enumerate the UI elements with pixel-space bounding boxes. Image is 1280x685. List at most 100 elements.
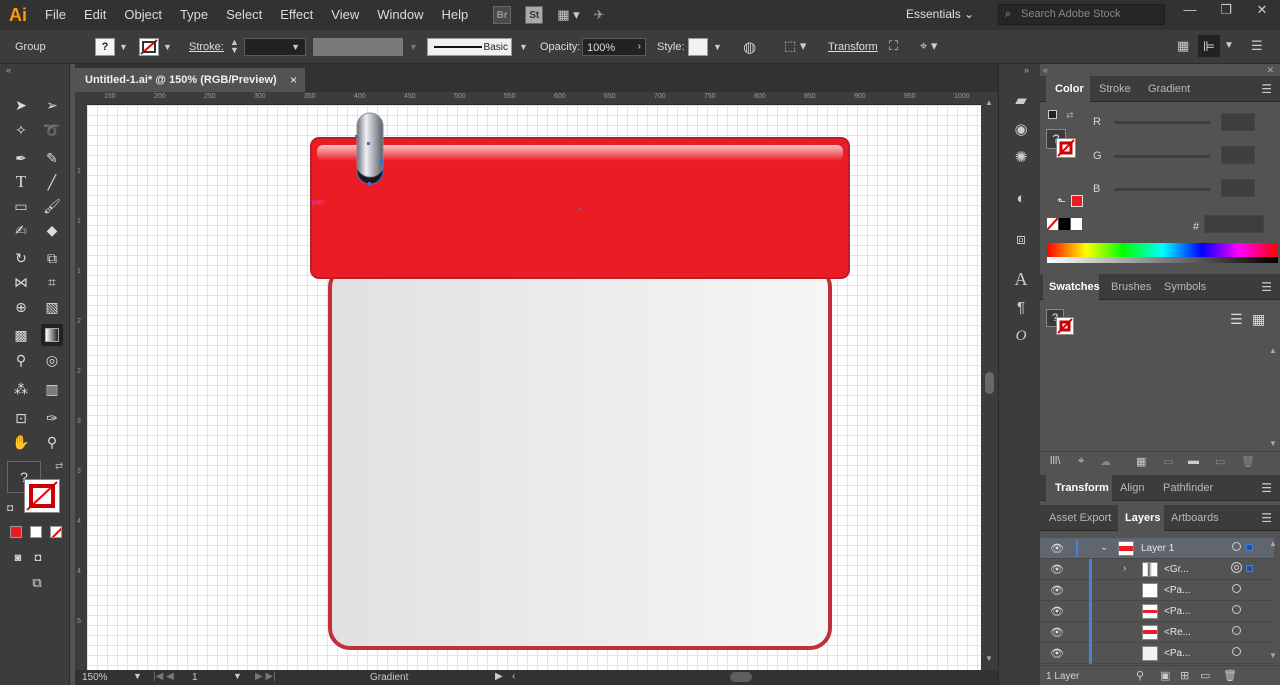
scroll-down-icon[interactable]: ▼: [1269, 439, 1277, 448]
layer-row[interactable]: 👁 <Pa...: [1040, 643, 1274, 664]
chevron-down-icon[interactable]: ▼: [233, 671, 242, 681]
new-swatch-icon[interactable]: ▭: [1215, 455, 1225, 468]
paintbrush-icon[interactable]: 🖌: [41, 195, 63, 217]
artboards-icon[interactable]: ⧈: [1011, 229, 1031, 249]
align-to-icon[interactable]: ⬚ ▾: [784, 38, 806, 54]
g-value-field[interactable]: [1221, 146, 1255, 164]
opentype-icon[interactable]: O: [1011, 326, 1031, 346]
default-fill-stroke-icon[interactable]: [1048, 110, 1057, 119]
eraser-icon[interactable]: ◆: [41, 219, 63, 241]
workspace-switcher[interactable]: Essentials ⌄: [906, 7, 974, 21]
thumbnail-view-icon[interactable]: ▦: [1252, 311, 1265, 328]
chevron-down-icon[interactable]: ▼: [133, 671, 142, 681]
vertical-scrollbar[interactable]: ▲ ▼: [981, 92, 998, 670]
layer-name[interactable]: <Gr...: [1164, 564, 1189, 575]
target-icon[interactable]: [1232, 584, 1241, 593]
layer-row[interactable]: 👁 <Pa...: [1040, 580, 1274, 601]
close-window-icon[interactable]: ✕: [1244, 0, 1280, 22]
scroll-left-icon[interactable]: ‹: [512, 671, 515, 682]
new-sublayer-icon[interactable]: ⊞: [1180, 669, 1189, 682]
panel-grid-icon[interactable]: ▦: [1177, 38, 1189, 54]
default-colors-icon[interactable]: ◘: [7, 503, 13, 514]
eyedropper-icon[interactable]: ⚲: [10, 349, 32, 371]
chevron-right-icon[interactable]: ›: [638, 41, 641, 52]
horizontal-ruler[interactable]: 150 200 250 300 350 400 450 500 550 600 …: [87, 92, 981, 105]
opacity-label[interactable]: Opacity:: [540, 41, 580, 53]
zoom-level[interactable]: 150%: [82, 672, 108, 683]
b-slider[interactable]: [1114, 188, 1210, 191]
appearance-icon[interactable]: ◉: [1011, 119, 1031, 139]
target-icon[interactable]: [1232, 626, 1241, 635]
scroll-down-icon[interactable]: ▼: [985, 654, 993, 663]
layer-row[interactable]: 👁 <Pa...: [1040, 601, 1274, 622]
zoom-tool-icon[interactable]: ⚲: [41, 431, 63, 453]
b-value-field[interactable]: [1221, 179, 1255, 197]
tab-artboards[interactable]: Artboards: [1171, 512, 1219, 524]
panel-menu-icon[interactable]: ☰: [1261, 511, 1272, 525]
list-view-icon[interactable]: ☰: [1230, 311, 1243, 328]
magic-wand-icon[interactable]: ✧: [10, 119, 32, 141]
scroll-thumb[interactable]: [985, 372, 994, 394]
r-slider[interactable]: [1114, 121, 1210, 124]
type-tool-icon[interactable]: T: [10, 171, 32, 193]
curvature-tool-icon[interactable]: ✎: [41, 147, 63, 169]
out-of-gamut-icon[interactable]: ⬑: [1057, 195, 1066, 208]
search-input[interactable]: ⌕ Search Adobe Stock: [998, 4, 1165, 25]
chevron-down-icon[interactable]: ▼: [713, 42, 722, 52]
play-icon[interactable]: ▶: [495, 671, 503, 682]
pen-tool-icon[interactable]: ✒: [10, 147, 32, 169]
r-value-field[interactable]: [1221, 113, 1255, 131]
close-panel-icon[interactable]: ✕: [1266, 65, 1274, 76]
artboard-nav-next-icon[interactable]: ▶ ▶|: [255, 671, 276, 682]
gradient-tool-icon[interactable]: [41, 324, 63, 346]
tab-color[interactable]: Color: [1055, 83, 1084, 95]
menu-view[interactable]: View: [322, 0, 368, 30]
stroke-stepper-icon[interactable]: ▲ ▼: [230, 38, 239, 55]
minimize-icon[interactable]: —: [1172, 0, 1208, 22]
variable-width-profile[interactable]: [313, 38, 403, 56]
paragraph-icon[interactable]: ¶: [1011, 297, 1031, 317]
opacity-field[interactable]: 100% ›: [582, 38, 646, 56]
close-icon[interactable]: ×: [290, 73, 297, 87]
tab-brushes[interactable]: Brushes: [1111, 281, 1151, 293]
shape-builder-icon[interactable]: ⊕: [10, 296, 32, 318]
calendar-artwork[interactable]: path: [87, 105, 981, 670]
delete-layer-icon[interactable]: 🗑: [1223, 669, 1237, 682]
menu-select[interactable]: Select: [217, 0, 271, 30]
g-slider[interactable]: [1114, 155, 1210, 158]
hscroll-thumb[interactable]: [730, 672, 752, 682]
isolate-group-icon[interactable]: ⛶: [889, 38, 898, 54]
direct-selection-tool-icon[interactable]: ➢: [41, 94, 63, 116]
tab-pathfinder[interactable]: Pathfinder: [1163, 482, 1213, 494]
hand-tool-icon[interactable]: ✋: [10, 431, 32, 453]
chevron-down-icon[interactable]: ▼: [119, 42, 128, 52]
color-spectrum[interactable]: [1047, 243, 1278, 263]
stroke-label[interactable]: Stroke:: [189, 41, 224, 53]
new-color-group-icon[interactable]: ▬: [1188, 455, 1199, 467]
menu-file[interactable]: File: [36, 0, 75, 30]
panel-menu-icon[interactable]: ☰: [1261, 280, 1272, 294]
document-tab[interactable]: Untitled-1.ai* @ 150% (RGB/Preview) ×: [75, 68, 305, 92]
chevron-down-icon[interactable]: ⌄: [1100, 542, 1108, 553]
stroke-weight-field[interactable]: ▼: [244, 38, 306, 56]
delete-swatch-icon[interactable]: 🗑: [1241, 455, 1255, 468]
new-layer-icon[interactable]: ▭: [1200, 669, 1210, 682]
puppet-warp-icon[interactable]: ⌖ ▾: [920, 38, 937, 54]
artboard-canvas[interactable]: path: [87, 105, 981, 670]
collapse-icon[interactable]: «: [6, 65, 11, 75]
slice-tool-icon[interactable]: ✑: [41, 407, 63, 429]
scroll-up-icon[interactable]: ▲: [1269, 539, 1277, 548]
selected-art-indicator[interactable]: [1246, 544, 1253, 551]
graph-tool-icon[interactable]: ▥: [41, 378, 63, 400]
swatch-options-icon[interactable]: ▭: [1163, 455, 1173, 468]
visibility-eye-icon[interactable]: 👁: [1050, 584, 1064, 597]
white-swatch[interactable]: [1071, 218, 1082, 230]
rotate-tool-icon[interactable]: ↻: [10, 247, 32, 269]
artboard-tool-icon[interactable]: ⊡: [10, 407, 32, 429]
layer-name[interactable]: <Pa...: [1164, 648, 1190, 659]
hex-field[interactable]: [1204, 215, 1264, 233]
stock-icon[interactable]: St: [525, 6, 544, 24]
lasso-icon[interactable]: ➰: [41, 119, 63, 141]
place-swatches-icon[interactable]: ⌖: [1078, 455, 1084, 468]
brushes-icon[interactable]: ✺: [1011, 147, 1031, 167]
